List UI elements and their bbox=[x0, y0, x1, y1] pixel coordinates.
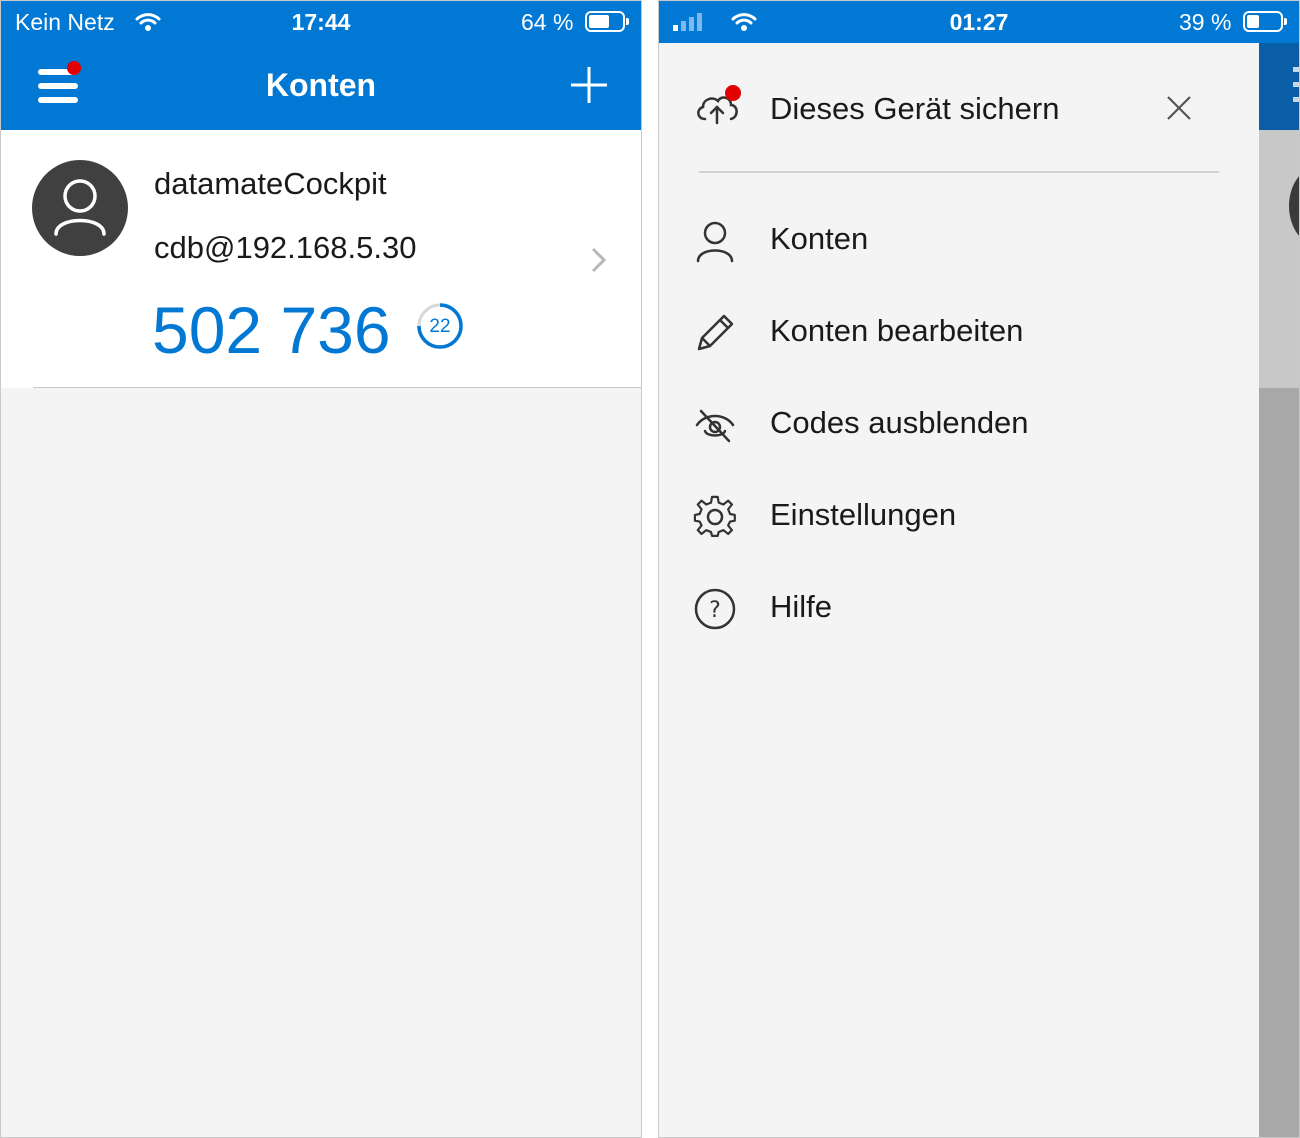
navigation-drawer: Dieses Gerät sichern Konten Konten bearb… bbox=[659, 43, 1259, 1137]
account-username: cdb@192.168.5.30 bbox=[154, 230, 417, 265]
menu-item-label: Hilfe bbox=[770, 589, 833, 624]
dimmed-account-card[interactable] bbox=[1259, 130, 1299, 388]
menu-item-label: Codes ausblenden bbox=[770, 405, 1029, 440]
battery-level bbox=[589, 15, 609, 28]
menu-screen: 01:27 39 % Dieses Gerät sichern Konten K… bbox=[658, 0, 1300, 1138]
otp-code: 502 736 bbox=[152, 293, 391, 367]
eye-hidden-icon bbox=[695, 409, 735, 443]
account-list-item[interactable]: datamateCockpit cdb@192.168.5.30 502 736… bbox=[1, 130, 641, 388]
dimmed-background[interactable] bbox=[1259, 388, 1299, 1137]
menu-item-edit-accounts[interactable]: Konten bearbeiten bbox=[659, 293, 1259, 373]
divider bbox=[33, 387, 641, 388]
menu-item-hide-codes[interactable]: Codes ausblenden bbox=[659, 385, 1259, 465]
battery-icon bbox=[585, 11, 629, 32]
battery-percent: 39 % bbox=[1179, 9, 1232, 35]
pencil-icon bbox=[697, 314, 734, 351]
account-name: datamateCockpit bbox=[154, 166, 387, 201]
avatar bbox=[32, 160, 128, 256]
battery-percent: 64 % bbox=[521, 9, 574, 35]
accounts-screen: Kein Netz 17:44 64 % Konten datamateCock… bbox=[0, 0, 642, 1138]
divider bbox=[699, 171, 1219, 173]
add-icon[interactable] bbox=[567, 63, 611, 107]
menu-item-label: Konten bbox=[770, 221, 869, 256]
notification-dot bbox=[725, 85, 741, 101]
help-icon: ? bbox=[694, 588, 736, 630]
battery-level bbox=[1247, 15, 1259, 28]
menu-item-help[interactable]: ? Hilfe bbox=[659, 569, 1259, 649]
svg-text:?: ? bbox=[709, 598, 721, 623]
menu-item-accounts[interactable]: Konten bbox=[659, 201, 1259, 281]
app-header: 01:27 39 % bbox=[659, 1, 1299, 43]
app-header: Kein Netz 17:44 64 % Konten bbox=[1, 1, 641, 130]
menu-item-label: Konten bearbeiten bbox=[770, 313, 1024, 348]
battery-icon bbox=[1243, 11, 1287, 32]
backup-label: Dieses Gerät sichern bbox=[770, 91, 1060, 126]
close-icon[interactable] bbox=[1159, 88, 1199, 128]
cloud-upload-icon bbox=[697, 85, 741, 125]
status-bar: 01:27 39 % bbox=[659, 1, 1299, 43]
chevron-right-icon bbox=[591, 247, 607, 273]
status-bar: Kein Netz 17:44 64 % bbox=[1, 1, 641, 43]
dimmed-menu-icon bbox=[1293, 67, 1299, 102]
menu-item-label: Einstellungen bbox=[770, 497, 957, 532]
person-icon bbox=[696, 221, 734, 263]
gear-icon bbox=[693, 495, 736, 537]
countdown-seconds: 22 bbox=[429, 316, 451, 337]
person-icon bbox=[54, 179, 106, 236]
page-title: Konten bbox=[265, 67, 377, 103]
menu-item-settings[interactable]: Einstellungen bbox=[659, 477, 1259, 557]
